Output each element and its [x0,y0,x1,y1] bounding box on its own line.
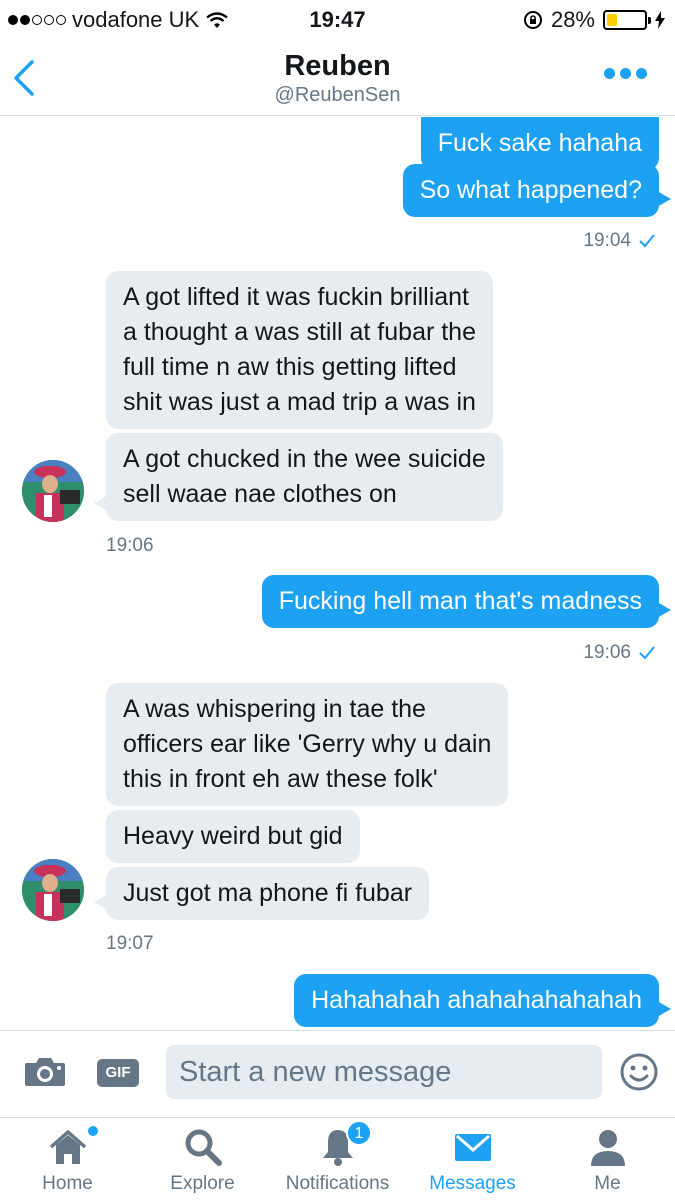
read-checkmark-icon [639,646,655,660]
tab-explore[interactable]: Explore [135,1118,270,1200]
message-timestamp: 19:06 [583,642,655,664]
message-bubble-outgoing[interactable]: Fuck sake hahaha [420,117,659,170]
message-timestamp: 19:07 [106,933,154,954]
message-bubble-outgoing[interactable]: So what happened? [402,164,672,217]
avatar-image [22,460,84,522]
avatar-image [22,859,84,921]
camera-icon[interactable] [24,1055,66,1087]
tab-notifications[interactable]: 1 Notifications [270,1118,405,1200]
message-bubble-incoming[interactable]: A got chucked in the wee suicide sell wa… [94,433,503,521]
message-timestamp: 19:06 [106,535,154,556]
message-bubble-incoming[interactable]: Just got ma phone fi fubar [93,867,430,920]
envelope-icon [454,1134,491,1161]
message-bubble-incoming[interactable]: A was whispering in tae the officers ear… [106,683,509,806]
status-bar: vodafone UK 19:47 28% [0,0,675,40]
message-composer: GIF [0,1030,675,1116]
home-notification-dot [88,1126,98,1136]
more-options-icon[interactable] [604,68,647,79]
avatar[interactable] [22,460,84,522]
avatar[interactable] [22,859,84,921]
conversation-name: Reuben [284,50,391,82]
emoji-icon[interactable] [620,1053,658,1091]
message-thread[interactable]: Fuck sake hahaha So what happened? 19:04… [0,117,675,1029]
gif-button[interactable]: GIF [97,1059,139,1087]
charging-icon [655,11,665,29]
battery-icon [603,10,651,30]
tab-home[interactable]: Home [0,1118,135,1200]
rotation-lock-icon [523,11,542,29]
home-icon [49,1130,86,1164]
message-bubble-outgoing[interactable]: Fucking hell man that's madness [261,575,672,628]
search-icon [185,1129,222,1166]
conversation-handle: @ReubenSen [274,84,401,106]
read-checkmark-icon [639,234,655,248]
message-timestamp: 19:04 [583,230,655,252]
message-input[interactable] [166,1045,602,1099]
battery-level-fill [607,14,618,26]
tab-messages[interactable]: Messages [405,1118,540,1200]
message-bubble-incoming[interactable]: A got lifted it was fuckin brilliant a t… [106,271,493,429]
battery-percent: 28% [550,7,595,32]
person-icon [590,1130,625,1166]
tab-bar: Home Explore 1 Notifications Messages Me [0,1117,675,1200]
notification-count-badge: 1 [346,1120,372,1146]
conversation-header: Reuben @ReubenSen [0,40,675,116]
message-bubble-outgoing[interactable]: Hahahahah ahahahahahahah [294,974,671,1027]
tab-me[interactable]: Me [540,1118,675,1200]
message-bubble-incoming[interactable]: Heavy weird but gid [106,810,360,863]
